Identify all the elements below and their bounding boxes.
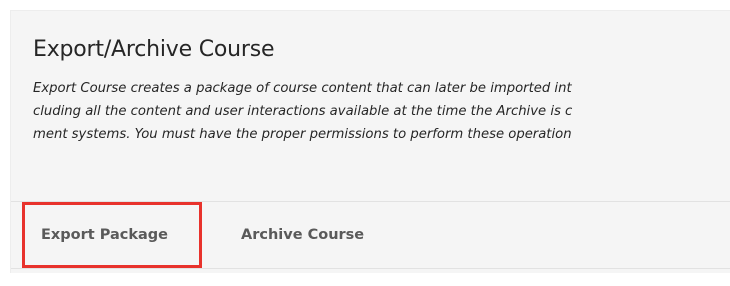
divider bbox=[11, 268, 730, 269]
page-title: Export/Archive Course bbox=[33, 37, 275, 62]
description-line: cluding all the content and user interac… bbox=[33, 104, 573, 119]
description-line: Export Course creates a package of cours… bbox=[33, 81, 572, 96]
page: Export/Archive Course Export Course crea… bbox=[0, 0, 730, 286]
tab-export-package[interactable]: Export Package bbox=[41, 202, 168, 268]
export-archive-panel: Export/Archive Course Export Course crea… bbox=[10, 10, 730, 273]
tab-bar: Export Package Archive Course bbox=[11, 202, 730, 268]
page-header: Export/Archive Course Export Course crea… bbox=[11, 11, 730, 201]
page-description: Export Course creates a package of cours… bbox=[33, 77, 730, 146]
tab-archive-course[interactable]: Archive Course bbox=[241, 202, 364, 268]
description-line: ment systems. You must have the proper p… bbox=[33, 127, 572, 142]
